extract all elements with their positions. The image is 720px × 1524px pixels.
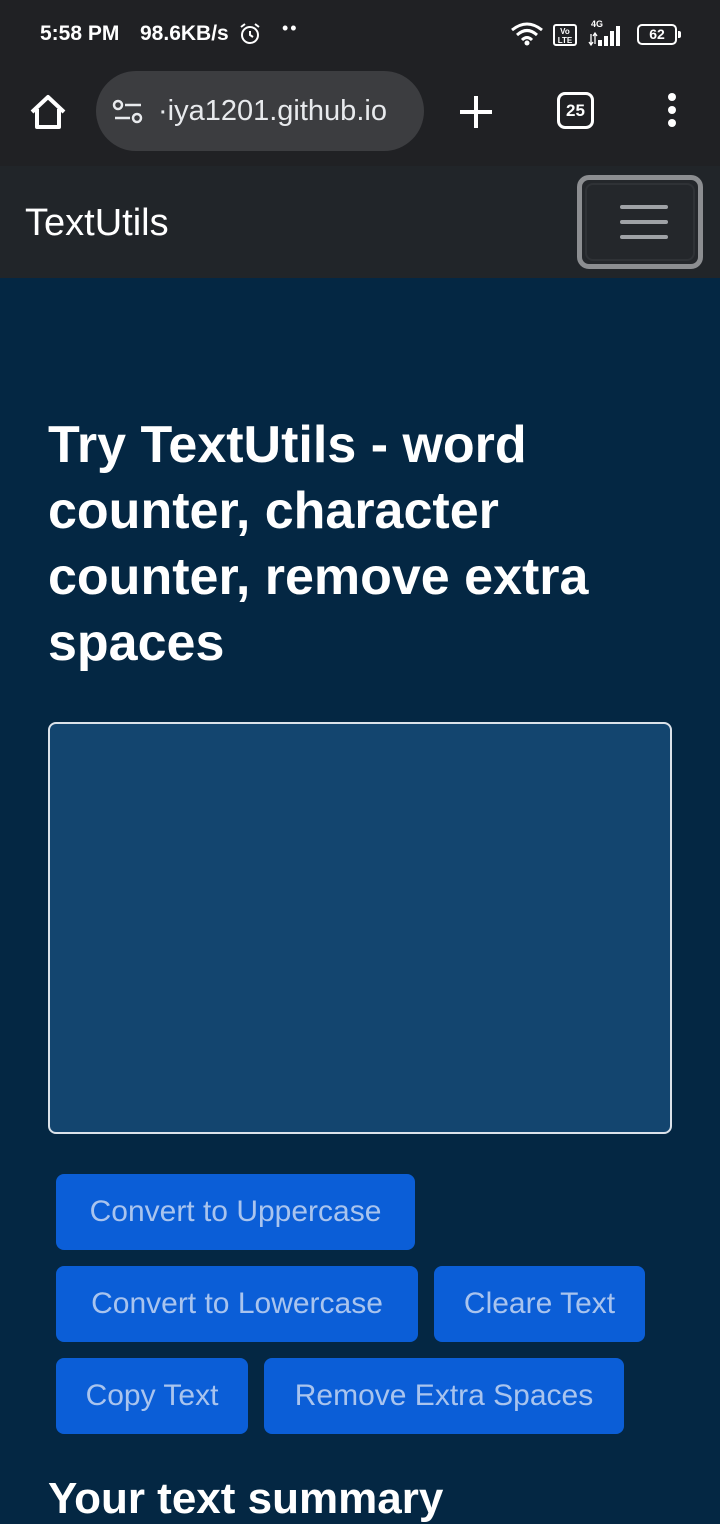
browser-toolbar: ·iya1201.github.io 25	[0, 66, 720, 166]
convert-lowercase-button[interactable]: Convert to Lowercase	[56, 1266, 418, 1342]
app-navbar: TextUtils	[0, 166, 720, 278]
summary-heading: Your text summary	[48, 1474, 444, 1523]
new-tab-plus-icon[interactable]	[456, 92, 496, 132]
network-speed: 98.6KB/s	[140, 22, 229, 45]
wifi-icon	[510, 22, 544, 51]
tab-switcher-button[interactable]: 25	[557, 92, 594, 129]
battery-icon: 62	[637, 24, 681, 45]
notification-dots-icon: ••	[282, 18, 299, 38]
address-bar[interactable]: ·iya1201.github.io	[96, 71, 424, 151]
navbar-toggler-button[interactable]	[577, 175, 703, 269]
site-settings-icon[interactable]	[112, 99, 144, 130]
navbar-brand[interactable]: TextUtils	[25, 202, 169, 245]
clear-text-button[interactable]: Cleare Text	[434, 1266, 645, 1342]
more-options-icon[interactable]	[660, 92, 684, 132]
copy-text-button[interactable]: Copy Text	[56, 1358, 248, 1434]
url-text[interactable]: ·iya1201.github.io	[158, 95, 387, 128]
text-input-area[interactable]	[48, 722, 672, 1134]
convert-uppercase-button[interactable]: Convert to Uppercase	[56, 1174, 415, 1250]
status-bar: 5:58 PM 98.6KB/s •• Vo LTE 4G 62	[0, 0, 720, 66]
home-icon[interactable]	[26, 90, 70, 134]
volte-icon: Vo LTE	[553, 24, 577, 46]
alarm-icon	[238, 22, 262, 51]
remove-extra-spaces-button[interactable]: Remove Extra Spaces	[264, 1358, 624, 1434]
signal-icon	[588, 20, 628, 53]
status-time: 5:58 PM	[40, 22, 120, 45]
page-title: Try TextUtils - word counter, character …	[48, 416, 589, 672]
